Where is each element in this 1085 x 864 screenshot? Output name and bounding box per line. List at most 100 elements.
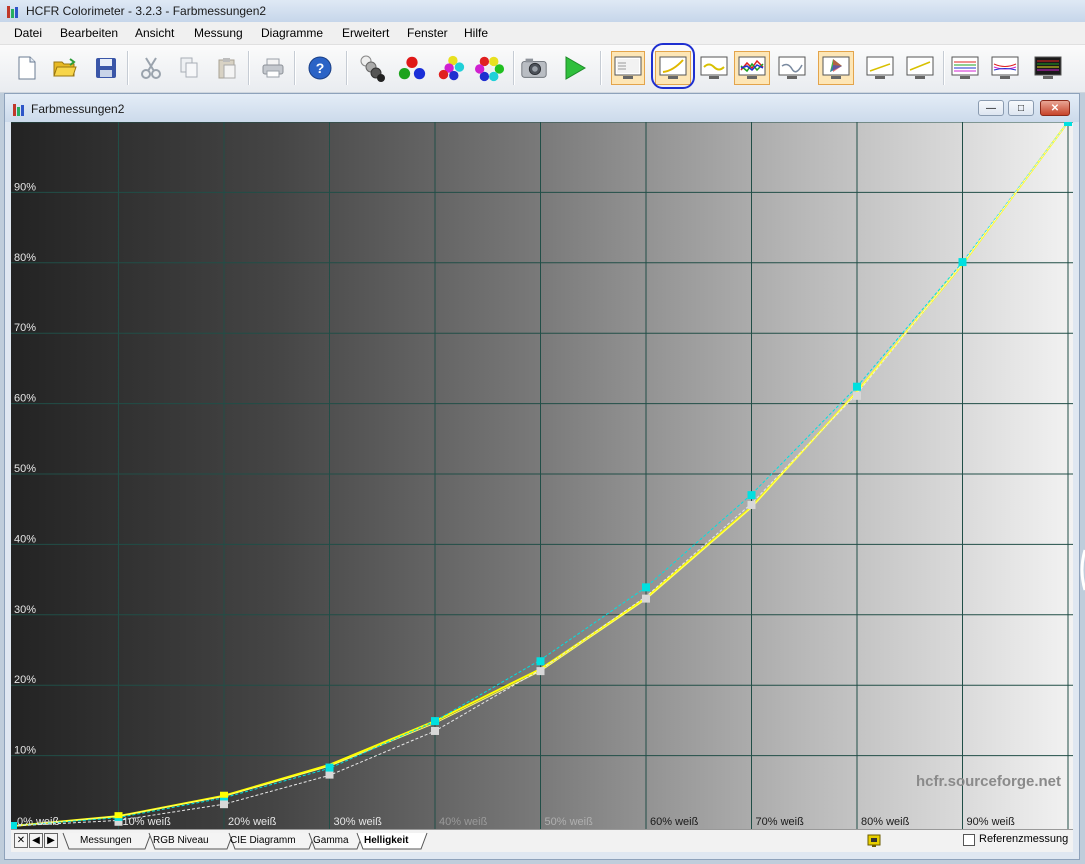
data-point-cyan — [958, 258, 967, 267]
child-window-title: Farbmessungen2 — [31, 102, 125, 116]
x-tick-label: 90% weiß — [967, 816, 1016, 828]
minimize-icon: — — [986, 102, 996, 114]
view-rgb-levels-icon[interactable] — [734, 51, 770, 85]
save-disk-icon[interactable] — [91, 51, 121, 85]
data-point-yellow — [220, 791, 228, 798]
view-measures-colors-icon[interactable] — [1031, 51, 1065, 85]
tab-label: Messungen — [80, 835, 132, 846]
chevron-right-icon: ▶ — [47, 835, 55, 846]
x-tick-label: 60% weiß — [650, 816, 699, 828]
menu-fenster[interactable]: Fenster — [407, 26, 448, 40]
all-colors-icon[interactable] — [475, 51, 505, 85]
open-folder-icon[interactable] — [50, 51, 80, 85]
menu-datei[interactable]: Datei — [14, 26, 42, 40]
grayscale-measure-icon[interactable] — [357, 51, 387, 85]
data-point-cyan — [642, 583, 650, 592]
view-near-white-icon[interactable] — [903, 51, 937, 85]
data-point-cyan — [747, 491, 756, 500]
menu-label: Fenster — [407, 26, 448, 40]
toolbar-separator — [127, 51, 129, 85]
tab-label: CIE Diagramm — [230, 835, 296, 846]
annotation-circle — [651, 43, 695, 89]
x-tick-label: 20% weiß — [228, 816, 277, 828]
toolbar-separator — [346, 51, 348, 85]
menu-label: Datei — [14, 26, 43, 40]
play-icon[interactable] — [559, 51, 589, 85]
view-saturation-shift-icon[interactable] — [988, 51, 1022, 85]
chevron-left-icon: ◀ — [32, 835, 40, 846]
print-icon[interactable] — [258, 51, 288, 85]
data-point-yellow — [114, 812, 123, 819]
status-indicator-icon — [867, 834, 881, 847]
menu-messung[interactable]: Messung — [194, 26, 243, 40]
reference-checkbox-label: Referenzmessung — [979, 833, 1069, 845]
maximize-button[interactable]: □ — [1008, 100, 1034, 116]
tab-cie-diagramm[interactable]: CIE Diagramm — [230, 833, 296, 849]
app-titlebar: HCFR Colorimeter - 3.2.3 - Farbmessungen… — [0, 0, 1085, 22]
luminance-chart: 10% 20% 30% 40% 50% 60% 70% 80% 90% 0% weiß 10% w… — [9, 118, 1073, 830]
toolbar-separator — [513, 51, 515, 85]
close-button[interactable]: ✕ — [1040, 100, 1070, 116]
y-tick-label: 80% — [14, 252, 36, 264]
view-cie-icon[interactable] — [818, 51, 854, 85]
next-tab-button[interactable]: ▶ — [44, 833, 58, 848]
primary-colors-icon[interactable] — [397, 51, 427, 85]
menu-erweitert[interactable]: Erweitert — [342, 26, 389, 40]
chart-svg: 10% 20% 30% 40% 50% 60% 70% 80% 90% 0% weiß 10% w… — [9, 118, 1073, 830]
view-saturation-icon[interactable] — [948, 51, 982, 85]
toolbar-separator — [600, 51, 602, 85]
prev-tab-button[interactable]: ◀ — [29, 833, 43, 848]
x-tick-label: 10% weiß — [123, 816, 172, 828]
hcfr-logo-icon — [13, 104, 24, 116]
chart-background — [11, 122, 1073, 829]
data-point-white — [642, 594, 650, 603]
help-icon[interactable]: ? — [305, 51, 335, 85]
y-tick-label: 20% — [14, 674, 36, 686]
window-title: HCFR Colorimeter - 3.2.3 - Farbmessungen… — [26, 4, 267, 18]
view-gamma-icon[interactable] — [697, 51, 731, 85]
tab-gamma[interactable]: Gamma — [313, 833, 349, 849]
menu-label: Erweitert — [342, 26, 390, 40]
tab-label: Gamma — [313, 835, 349, 846]
y-tick-label: 10% — [14, 745, 36, 757]
view-near-black-icon[interactable] — [863, 51, 897, 85]
tab-messungen[interactable]: Messungen — [80, 833, 132, 849]
close-tab-button[interactable]: ✕ — [14, 833, 28, 848]
x-tick-label: 0% weiß — [17, 816, 59, 828]
data-point-cyan — [853, 382, 861, 391]
menu-ansicht[interactable]: Ansicht — [135, 26, 174, 40]
tab-helligkeit[interactable]: Helligkeit — [364, 833, 408, 849]
new-document-icon[interactable] — [12, 51, 42, 85]
toolbar-separator — [294, 51, 296, 85]
toolbar: ? — [0, 45, 1085, 93]
y-tick-label: 40% — [14, 533, 36, 545]
maximize-icon: □ — [1017, 102, 1025, 114]
camera-icon[interactable] — [519, 51, 549, 85]
hcfr-logo-icon — [7, 6, 18, 18]
menu-diagramme[interactable]: Diagramme — [261, 26, 323, 40]
menu-bearbeiten[interactable]: Bearbeiten — [60, 26, 118, 40]
secondary-colors-icon[interactable] — [436, 51, 466, 85]
menu-label: Hilfe — [464, 26, 489, 40]
y-tick-label: 30% — [14, 604, 36, 616]
data-point-white — [853, 391, 861, 400]
tab-label: RGB Niveau — [153, 835, 209, 846]
data-point-white — [536, 667, 545, 676]
minimize-button[interactable]: — — [978, 100, 1004, 116]
cut-icon[interactable] — [136, 51, 166, 85]
y-tick-label: 90% — [14, 181, 36, 193]
menu-label: Bearbeiten — [60, 26, 119, 40]
paste-icon[interactable] — [212, 51, 242, 85]
view-color-temp-icon[interactable] — [775, 51, 809, 85]
menu-hilfe[interactable]: Hilfe — [464, 26, 488, 40]
data-point-cyan — [325, 763, 334, 772]
menu-label: Diagramme — [261, 26, 324, 40]
x-tick-label: 80% weiß — [861, 816, 910, 828]
x-tick-label: 40% weiß — [439, 816, 488, 828]
view-measures-icon[interactable] — [611, 51, 645, 85]
copy-icon[interactable] — [174, 51, 204, 85]
tab-rgb-niveau[interactable]: RGB Niveau — [153, 833, 209, 849]
data-point-cyan — [431, 717, 439, 726]
reference-checkbox[interactable] — [963, 834, 975, 846]
data-point-white — [220, 800, 228, 809]
